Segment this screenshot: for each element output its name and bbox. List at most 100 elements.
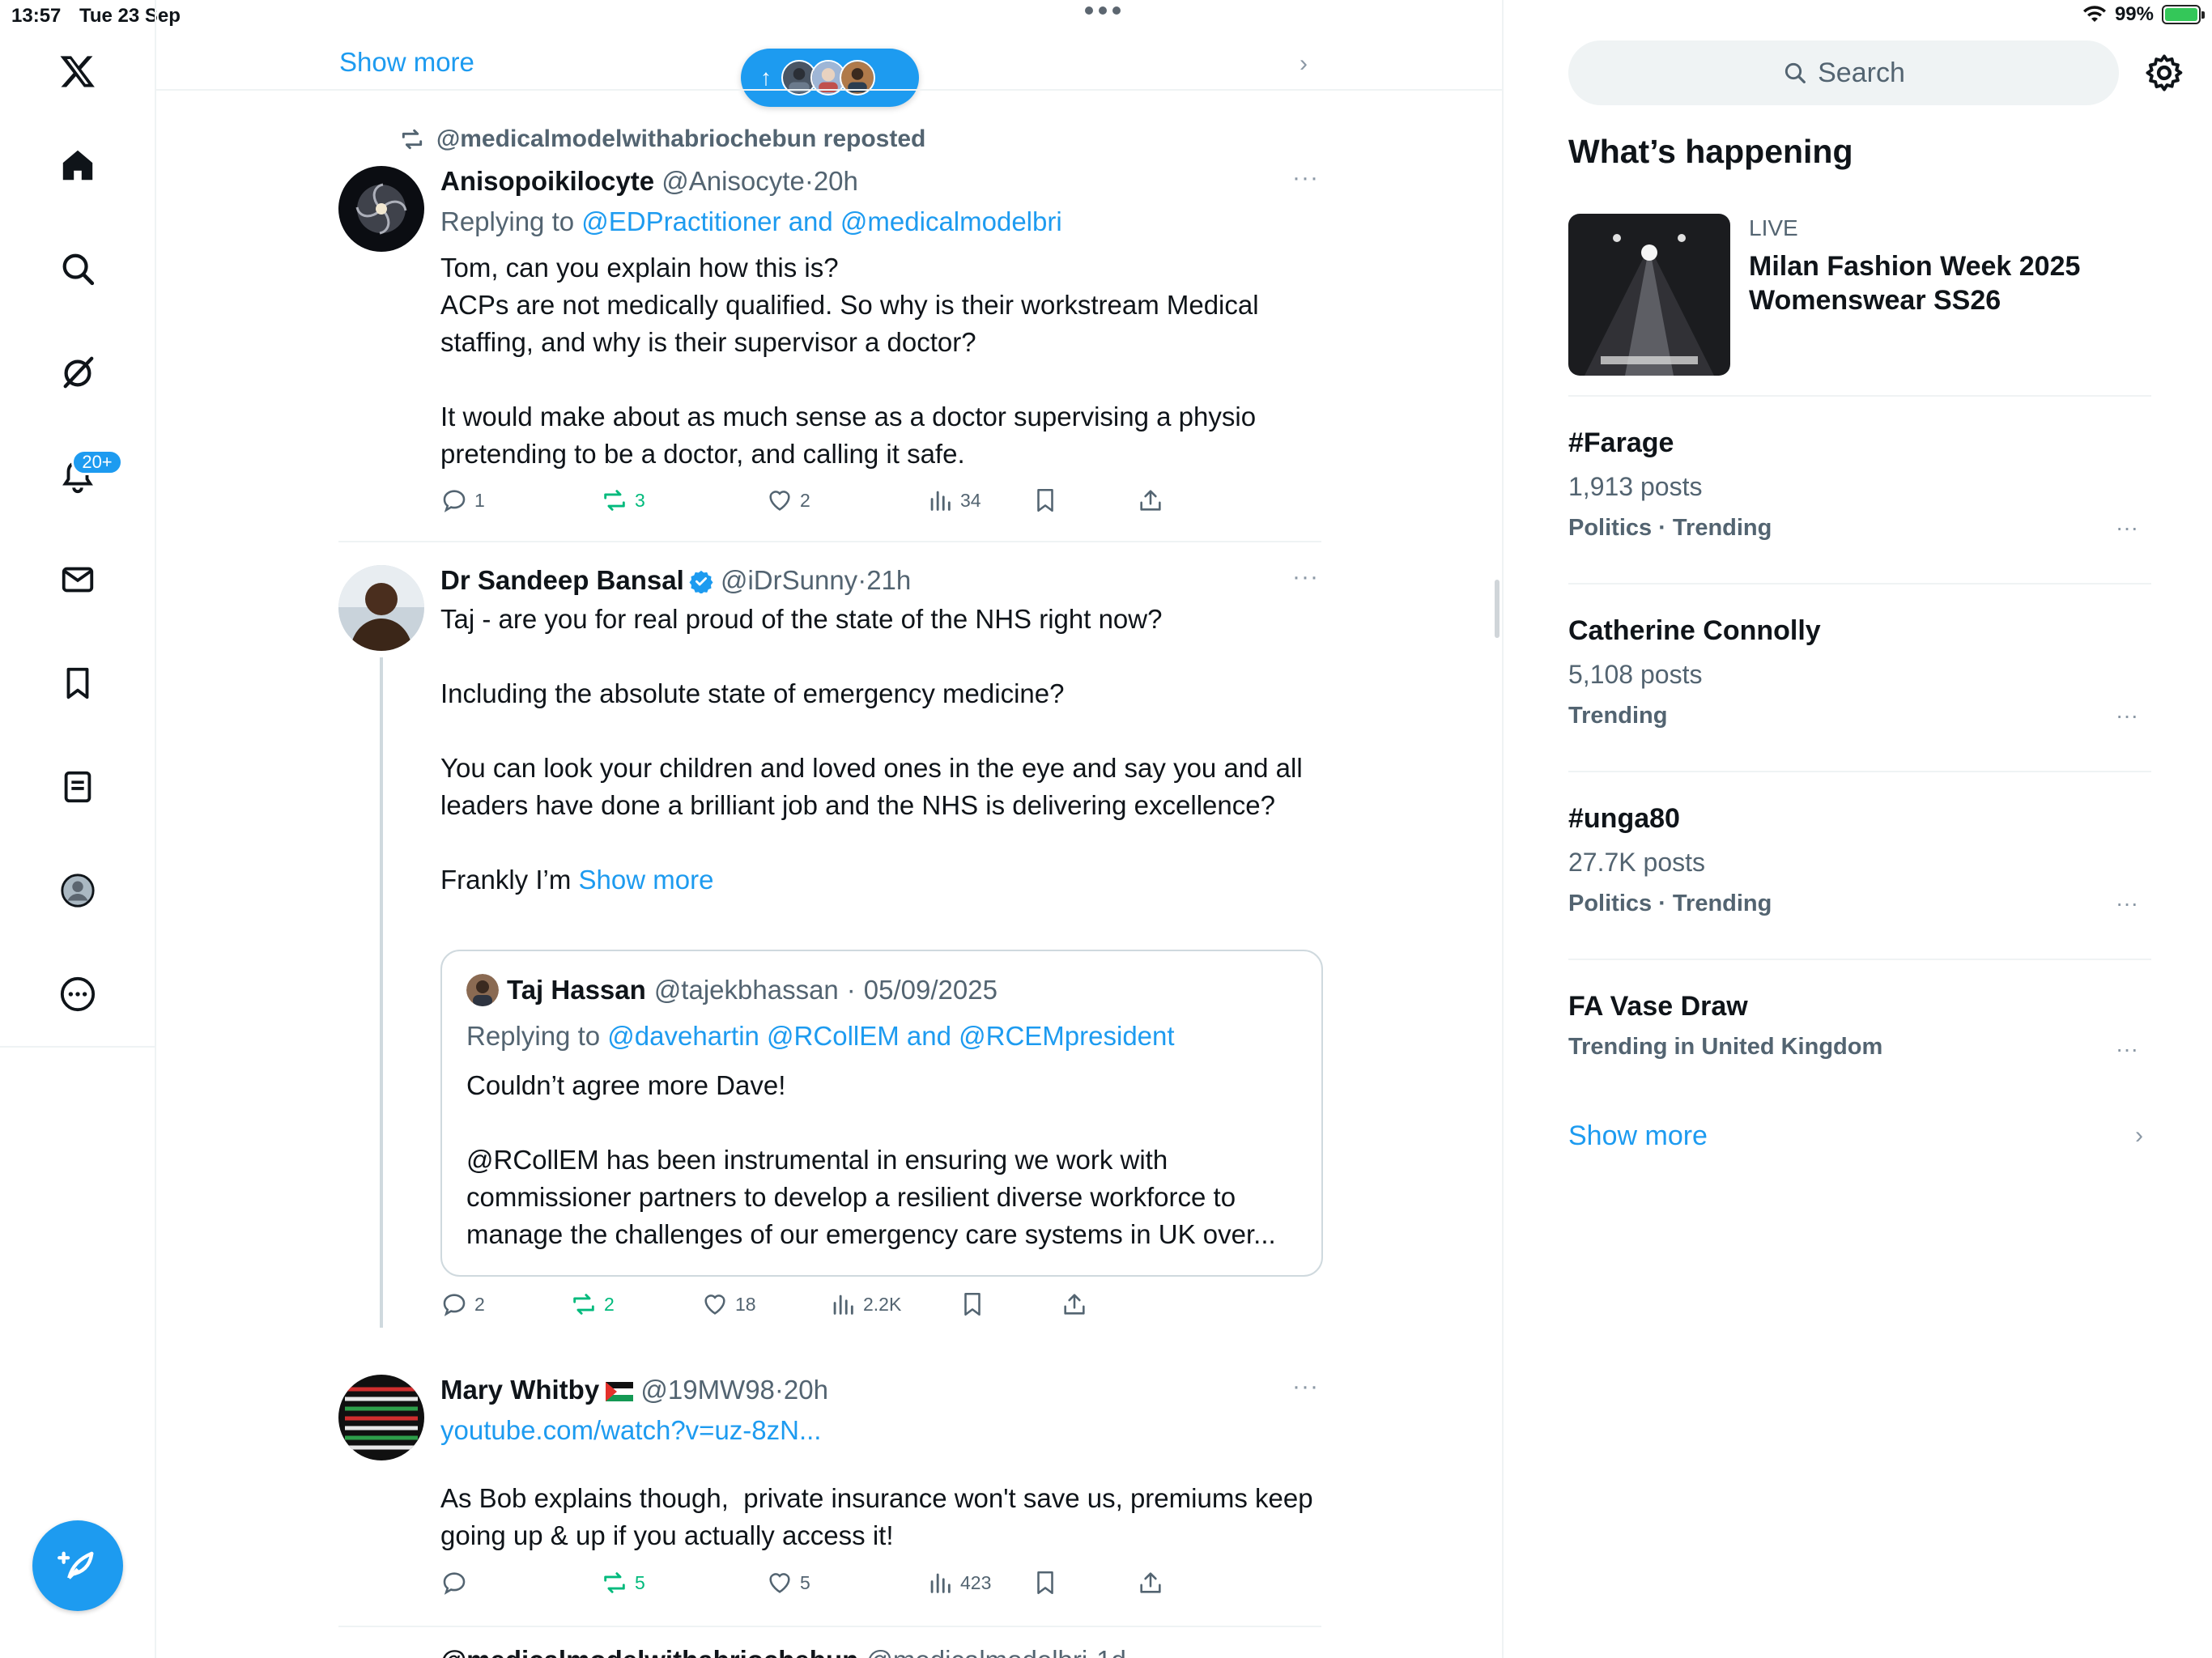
bookmarks-icon[interactable] xyxy=(53,659,102,708)
notifications-badge: 20+ xyxy=(71,449,123,475)
reply-button[interactable] xyxy=(440,1569,474,1596)
tweet-time[interactable]: 21h xyxy=(866,565,911,595)
author-name[interactable]: Dr Sandeep Bansal xyxy=(440,565,684,595)
show-more-link[interactable]: Show more xyxy=(339,47,474,78)
compose-post-button[interactable] xyxy=(32,1520,123,1611)
messages-envelope-icon[interactable] xyxy=(53,555,102,604)
author-handle[interactable]: @Anisocyte xyxy=(661,166,805,196)
live-tag: LIVE xyxy=(1749,215,1798,240)
author-name[interactable]: Mary Whitby xyxy=(440,1375,599,1405)
settings-gear-icon[interactable] xyxy=(2143,52,2185,94)
search-input[interactable]: Search xyxy=(1568,40,2119,105)
more-options-icon[interactable] xyxy=(53,970,102,1018)
tweet[interactable]: Anisopoikilocyte @Anisocyte·20h ··· Repl… xyxy=(338,164,1318,522)
live-event-image[interactable] xyxy=(1568,214,1730,376)
reply-count: 2 xyxy=(474,1293,485,1315)
tweet-header: Anisopoikilocyte @Anisocyte·20h xyxy=(440,166,858,196)
chevron-right-icon: › xyxy=(1300,50,1308,77)
views-button[interactable]: 423 xyxy=(926,1569,991,1596)
bookmark-button[interactable] xyxy=(1032,1569,1059,1596)
lists-icon[interactable] xyxy=(53,763,102,811)
trend-category: Politics · Trending xyxy=(1568,891,1772,916)
tweet-time[interactable]: 20h xyxy=(814,166,858,196)
bookmark-button[interactable] xyxy=(959,1290,986,1318)
profile-avatar-icon[interactable] xyxy=(53,866,102,915)
quote-replying-to: Replying to @davehartin @RCollEM and @RC… xyxy=(466,1021,1175,1052)
repost-count: 3 xyxy=(635,489,645,511)
bookmark-icon xyxy=(1037,488,1053,512)
trend-item[interactable]: Catherine Connolly 5,108 posts Trending … xyxy=(1568,615,2151,737)
like-button[interactable]: 5 xyxy=(766,1569,810,1596)
new-posts-pill[interactable]: ↑ xyxy=(741,49,919,107)
repost-button[interactable]: 3 xyxy=(601,487,645,514)
more-options-icon[interactable]: ··· xyxy=(2116,1036,2138,1062)
tweet-divider xyxy=(338,1626,1321,1627)
trend-item[interactable]: #Farage 1,913 posts Politics · Trending … xyxy=(1568,427,2151,549)
show-more-link[interactable]: Show more xyxy=(1568,1120,1708,1152)
share-button[interactable] xyxy=(1137,487,1164,514)
reply-icon xyxy=(443,1294,466,1316)
replying-to-link[interactable]: @davehartin @RCollEM and @RCEMpresident xyxy=(607,1021,1174,1051)
author-name[interactable]: @medicalmodelwithabriochebun xyxy=(440,1645,858,1658)
author-handle[interactable]: @iDrSunny xyxy=(721,565,857,595)
more-options-icon[interactable]: ··· xyxy=(1292,164,1319,192)
tweet-time[interactable]: 20h xyxy=(784,1375,828,1405)
verified-badge-icon xyxy=(689,570,713,593)
heart-icon xyxy=(704,1295,725,1315)
reply-button[interactable]: 2 xyxy=(440,1290,485,1318)
scrollbar[interactable] xyxy=(1495,580,1499,638)
share-button[interactable] xyxy=(1137,1569,1164,1596)
avatar[interactable] xyxy=(466,974,499,1006)
search-icon[interactable] xyxy=(53,244,102,293)
views-count: 2.2K xyxy=(863,1293,902,1315)
reply-button[interactable]: 1 xyxy=(440,487,485,514)
author-name[interactable]: Anisopoikilocyte xyxy=(440,166,654,196)
trend-item[interactable]: FA Vase Draw Trending in United Kingdom … xyxy=(1568,991,2151,1072)
arrow-up-icon: ↑ xyxy=(760,65,772,90)
views-count: 423 xyxy=(960,1571,992,1593)
more-options-icon[interactable]: ··· xyxy=(2116,891,2138,916)
home-icon[interactable] xyxy=(53,141,102,189)
quote-header: Taj Hassan @tajekbhassan · 05/09/2025 xyxy=(466,974,998,1006)
quote-text: Couldn’t agree more Dave! @RCollEM has b… xyxy=(466,1070,1276,1249)
search-icon xyxy=(1784,62,1806,83)
author-handle[interactable]: @medicalmodelbri xyxy=(866,1645,1087,1658)
more-options-icon[interactable]: ··· xyxy=(1292,563,1319,591)
like-button[interactable]: 18 xyxy=(701,1290,756,1318)
quote-author-handle[interactable]: @tajekbhassan xyxy=(654,975,839,1005)
tweet[interactable]: Mary Whitby @19MW98·20h ··· youtube.com/… xyxy=(338,1373,1318,1609)
replying-to-link[interactable]: @EDPractitioner and @medicalmodelbri xyxy=(581,206,1061,236)
share-icon xyxy=(1140,1572,1161,1593)
live-event-title[interactable]: Milan Fashion Week 2025 Womenswear SS26 xyxy=(1749,249,2121,317)
trend-name: #unga80 xyxy=(1568,803,1680,834)
x-logo-icon[interactable] xyxy=(53,47,102,96)
tweet-actions: 2 2 18 2.2K xyxy=(440,1290,1319,1323)
repost-button[interactable]: 2 xyxy=(570,1290,615,1318)
views-button[interactable]: 34 xyxy=(926,487,981,514)
author-handle[interactable]: @19MW98 xyxy=(640,1375,775,1405)
trend-divider xyxy=(1568,771,2151,772)
more-options-icon[interactable]: ··· xyxy=(1292,1373,1319,1401)
share-button[interactable] xyxy=(1061,1290,1088,1318)
trend-item[interactable]: #unga80 27.7K posts Politics · Trending … xyxy=(1568,803,2151,925)
trend-divider xyxy=(1568,959,2151,960)
tweet-time[interactable]: 1d xyxy=(1096,1645,1126,1658)
like-button[interactable]: 2 xyxy=(766,487,810,514)
more-options-icon[interactable]: ··· xyxy=(2116,515,2138,541)
views-button[interactable]: 2.2K xyxy=(829,1290,901,1318)
grok-icon[interactable] xyxy=(53,348,102,397)
avatar[interactable] xyxy=(338,1375,424,1460)
repost-indicator[interactable]: @medicalmodelwithabriochebun reposted xyxy=(399,125,925,153)
repost-button[interactable]: 5 xyxy=(601,1569,645,1596)
avatar[interactable] xyxy=(338,166,424,252)
repost-icon xyxy=(604,1572,625,1593)
quoted-tweet[interactable]: Taj Hassan @tajekbhassan · 05/09/2025 Repl… xyxy=(440,950,1323,1277)
tweet[interactable]: @medicalmodelwithabriochebun @medicalmod… xyxy=(338,1640,1315,1658)
youtube-link[interactable]: youtube.com/watch?v=uz-8zN... xyxy=(440,1415,821,1445)
tweet[interactable]: Dr Sandeep Bansal @iDrSunny·21h ··· Taj … xyxy=(338,563,1323,1334)
show-more-link[interactable]: Show more xyxy=(579,865,714,895)
quote-author-name[interactable]: Taj Hassan xyxy=(507,975,646,1005)
avatar[interactable] xyxy=(338,565,424,651)
bookmark-button[interactable] xyxy=(1032,487,1059,514)
more-options-icon[interactable]: ··· xyxy=(2116,703,2138,729)
